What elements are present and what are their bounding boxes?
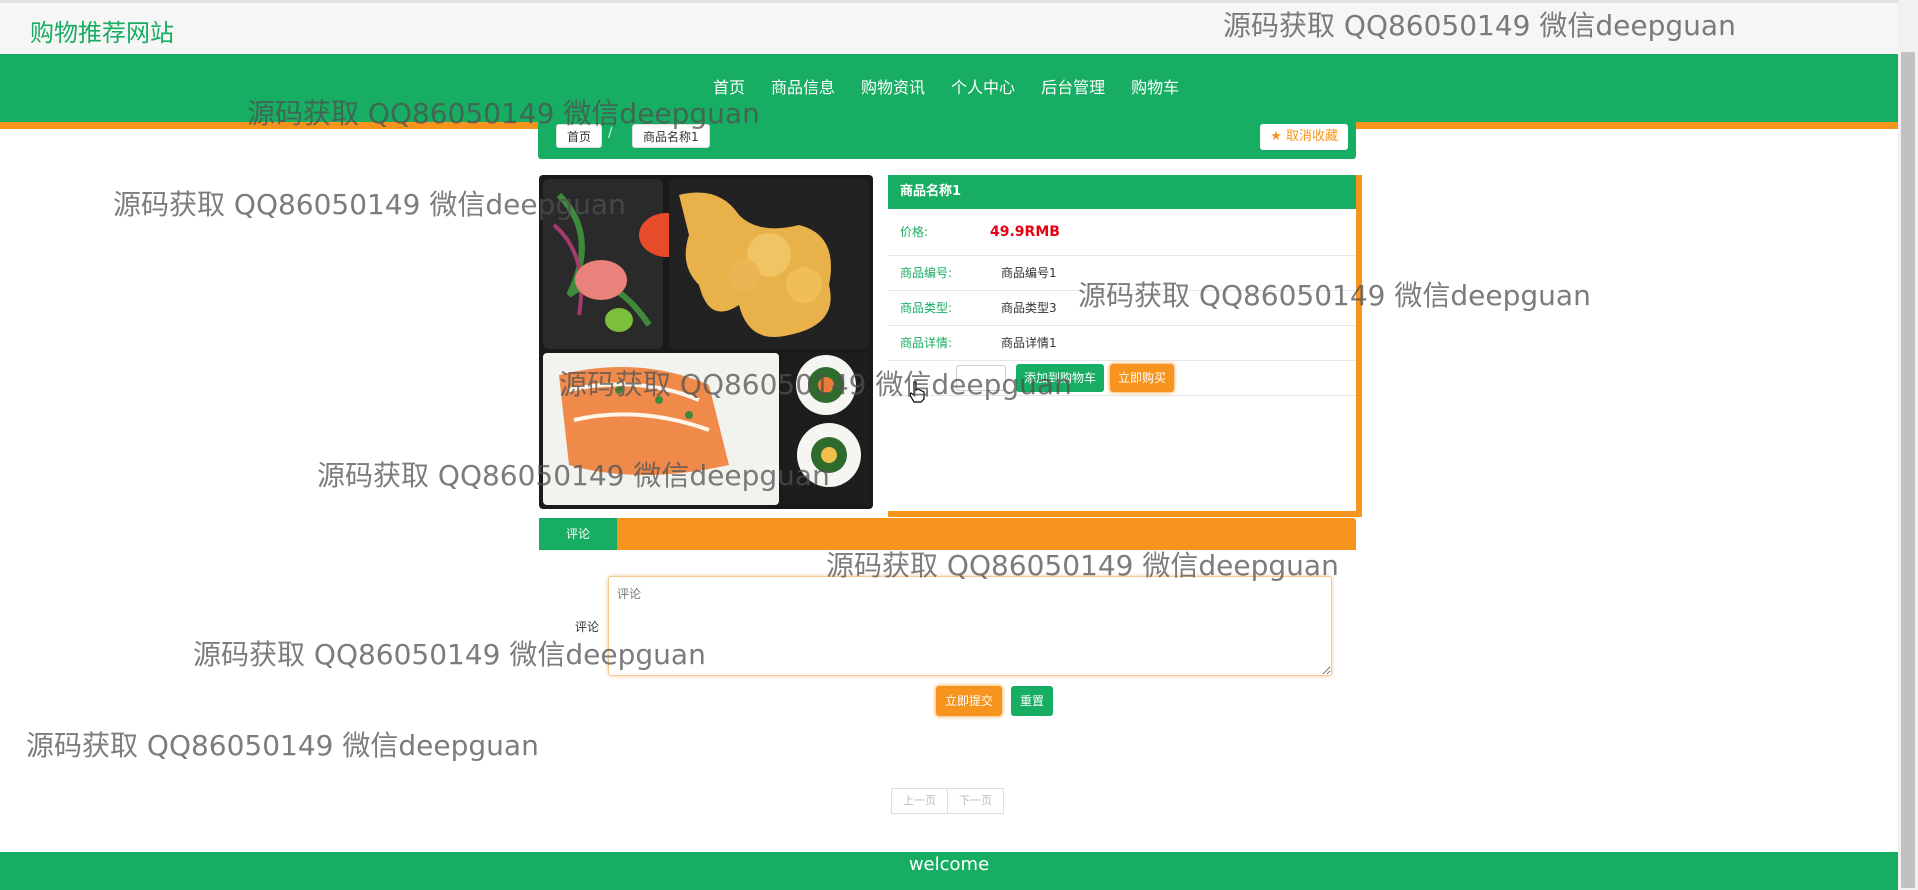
scrollbar-thumb[interactable] xyxy=(1901,52,1915,888)
prev-page-button[interactable]: 上一页 xyxy=(891,788,948,814)
comment-label: 评论 xyxy=(575,620,600,634)
breadcrumb-home[interactable]: 首页 xyxy=(556,124,603,148)
footer: welcome xyxy=(0,852,1898,890)
nav-item-profile[interactable]: 个人中心 xyxy=(938,74,1028,98)
product-image xyxy=(539,175,873,509)
product-field-row: 商品详情: 商品详情1 xyxy=(888,326,1356,361)
price-row: 价格: 49.9RMB xyxy=(888,209,1356,256)
nav-item-products[interactable]: 商品信息 xyxy=(758,74,848,98)
nav-item-home[interactable]: 首页 xyxy=(700,74,758,98)
product-field-row: 商品类型: 商品类型3 xyxy=(888,291,1356,326)
pagination: 上一页 下一页 xyxy=(891,788,1004,814)
product-name: 商品名称1 xyxy=(888,175,1356,209)
next-page-button[interactable]: 下一页 xyxy=(947,788,1004,814)
add-to-cart-button[interactable]: 添加到购物车 xyxy=(1016,364,1105,392)
field-label: 商品编号: xyxy=(900,266,953,280)
main-nav: 首页 商品信息 购物资讯 个人中心 后台管理 购物车 xyxy=(0,54,1898,129)
submit-button[interactable]: 立即提交 xyxy=(936,686,1003,716)
purchase-row: 添加到购物车 立即购买 xyxy=(888,361,1356,396)
product-field-row: 商品编号: 商品编号1 xyxy=(888,256,1356,291)
unfavorite-button[interactable]: ★ 取消收藏 xyxy=(1260,124,1348,150)
top-bar: 购物推荐网站 xyxy=(0,0,1898,54)
tab-comment[interactable]: 评论 xyxy=(539,518,617,550)
field-value: 商品类型3 xyxy=(1001,301,1057,315)
price-label: 价格: xyxy=(900,225,929,239)
quantity-input[interactable] xyxy=(956,365,1006,391)
field-value: 商品编号1 xyxy=(1001,266,1057,280)
nav-item-cart[interactable]: 购物车 xyxy=(1118,74,1192,98)
vertical-scrollbar[interactable] xyxy=(1898,0,1918,890)
product-info-panel: 商品名称1 价格: 49.9RMB 商品编号: 商品编号1 商品类型: 商品类型… xyxy=(888,175,1362,517)
price-value: 49.9RMB xyxy=(990,224,1060,240)
breadcrumb: 首页 / 商品名称1 ★ 取消收藏 xyxy=(538,122,1356,159)
hand-cursor-icon xyxy=(909,381,925,403)
breadcrumb-current: 商品名称1 xyxy=(632,124,710,148)
buy-now-button[interactable]: 立即购买 xyxy=(1110,364,1175,392)
comment-textarea[interactable] xyxy=(608,576,1332,676)
comment-tabbar: 评论 xyxy=(539,518,1356,550)
watermark-text: 源码获取 QQ86050149 微信deepguan xyxy=(26,729,539,762)
nav-item-admin[interactable]: 后台管理 xyxy=(1028,74,1118,98)
field-label: 商品详情: xyxy=(900,336,953,350)
site-title[interactable]: 购物推荐网站 xyxy=(30,13,174,48)
field-value: 商品详情1 xyxy=(1001,336,1057,350)
nav-item-news[interactable]: 购物资讯 xyxy=(848,74,938,98)
field-label: 商品类型: xyxy=(900,301,953,315)
reset-button[interactable]: 重置 xyxy=(1011,686,1054,716)
breadcrumb-separator: / xyxy=(608,126,613,141)
